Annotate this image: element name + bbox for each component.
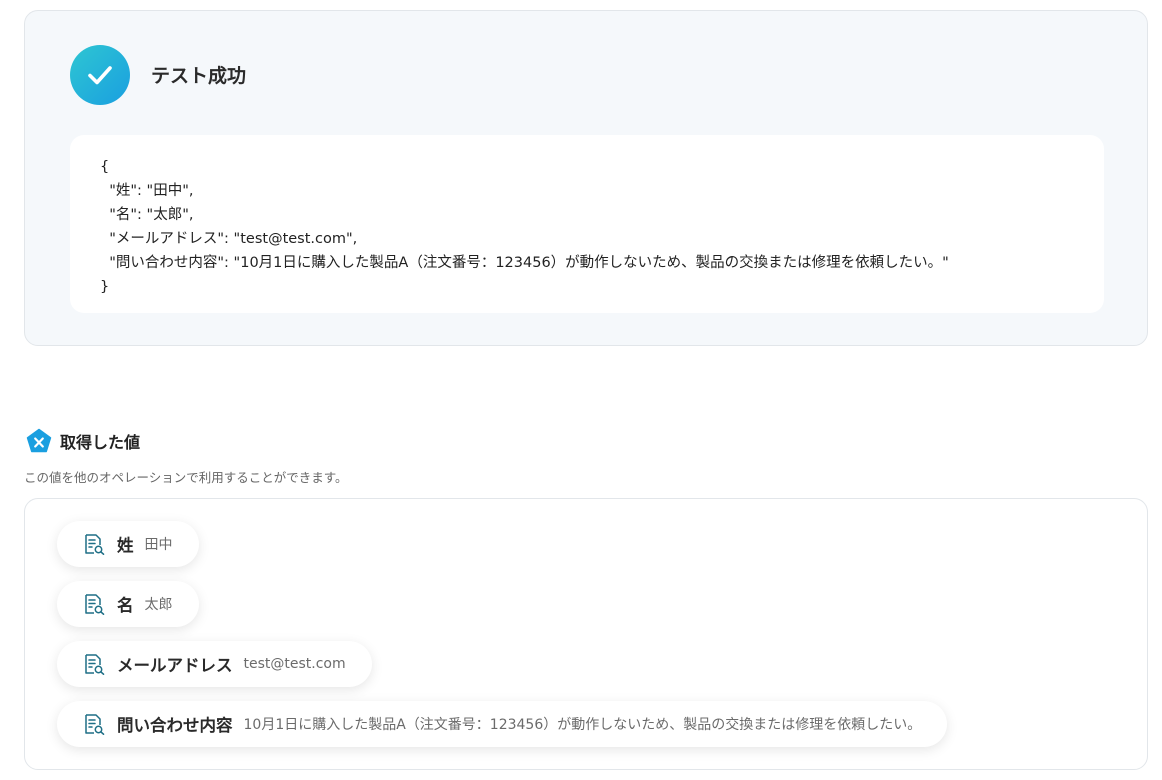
json-line: "問い合わせ内容": "10月1日に購入した製品A（注文番号：123456）が動…: [100, 255, 949, 271]
document-search-icon: [85, 594, 105, 615]
value-text: test@test.com: [243, 656, 346, 672]
json-line: "姓": "田中",: [100, 183, 194, 199]
value-text: 田中: [144, 537, 173, 553]
values-section-header: 取得した値: [26, 428, 140, 454]
json-line: {: [100, 159, 110, 175]
value-text: 10月1日に購入した製品A（注文番号：123456）が動作しないため、製品の交換…: [243, 717, 922, 733]
test-success-title: テスト成功: [151, 65, 247, 87]
value-key: 姓: [117, 536, 134, 555]
values-section-description: この値を他のオペレーションで利用することができます。: [24, 470, 348, 485]
json-line: }: [100, 279, 110, 295]
values-section-title: 取得した値: [60, 433, 141, 452]
value-key: 問い合わせ内容: [117, 716, 233, 735]
value-key: 名: [117, 596, 134, 615]
document-search-icon: [85, 654, 105, 675]
value-key: メールアドレス: [117, 656, 233, 675]
document-search-icon: [85, 534, 105, 555]
value-chip-last-name[interactable]: 姓 田中: [57, 521, 199, 567]
json-line: "名": "太郎",: [100, 207, 194, 223]
value-chip-first-name[interactable]: 名 太郎: [57, 581, 199, 627]
values-panel: 姓 田中 名 太郎 メールアドレス test@test.com 問い合わせ内容 …: [24, 498, 1148, 770]
value-chip-email[interactable]: メールアドレス test@test.com: [57, 641, 372, 687]
test-result-panel: テスト成功 { "姓": "田中", "名": "太郎", "メールアドレス":…: [24, 10, 1148, 346]
json-output: { "姓": "田中", "名": "太郎", "メールアドレス": "test…: [70, 135, 1104, 313]
document-search-icon: [85, 714, 105, 735]
check-icon: [70, 45, 130, 105]
json-line: "メールアドレス": "test@test.com",: [100, 231, 358, 247]
value-chip-inquiry[interactable]: 問い合わせ内容 10月1日に購入した製品A（注文番号：123456）が動作しない…: [57, 701, 948, 747]
value-text: 太郎: [144, 597, 173, 613]
variable-pentagon-icon: [26, 428, 52, 453]
